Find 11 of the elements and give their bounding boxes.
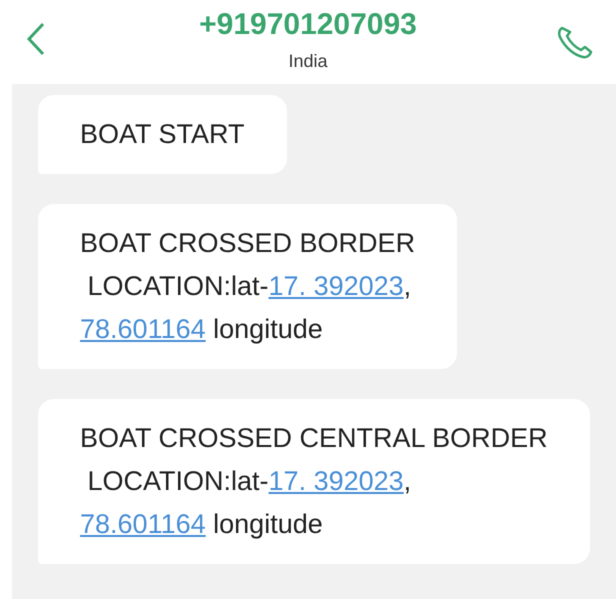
- phone-icon[interactable]: [556, 24, 594, 60]
- back-icon[interactable]: [26, 22, 46, 56]
- coordinate-link[interactable]: 17. 392023: [268, 466, 404, 496]
- coordinate-link[interactable]: 17. 392023: [268, 271, 404, 301]
- message-text: BOAT CROSSED CENTRAL BORDER LOCATION:lat-17. 392023, 78.601164 longitude: [80, 422, 548, 541]
- coordinate-link[interactable]: 78.601164: [80, 509, 206, 539]
- coordinate-link[interactable]: 78.601164: [80, 314, 206, 344]
- message-text: BOAT START: [80, 118, 245, 151]
- contact-number: +919701207093: [199, 7, 417, 40]
- message-text: BOAT CROSSED BORDER LOCATION:lat-17. 392023, 78.601164 longitude: [80, 227, 416, 346]
- contact-country: India: [288, 50, 328, 73]
